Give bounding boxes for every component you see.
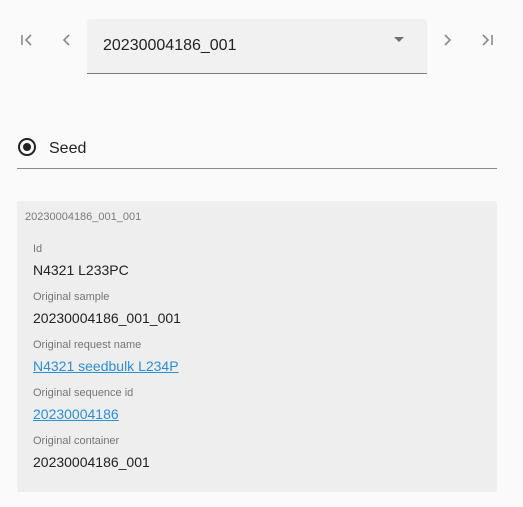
- arrow-drop-down-icon: [394, 37, 404, 42]
- sequence-id-link[interactable]: 20230004186: [33, 406, 119, 422]
- seed-radio-option[interactable]: Seed: [17, 131, 497, 169]
- first-page-icon: [18, 31, 36, 49]
- field-original-request-name: Original request name N4321 seedbulk L23…: [33, 339, 179, 376]
- last-page-button[interactable]: [473, 26, 501, 54]
- request-name-link[interactable]: N4321 seedbulk L234P: [33, 358, 179, 374]
- card-title: 20230004186_001_001: [25, 211, 142, 223]
- radio-selected-dot: [23, 143, 31, 151]
- chevron-right-icon: [438, 31, 456, 49]
- details-card: 20230004186_001_001 Id N4321 L233PC Orig…: [17, 201, 497, 492]
- field-original-sample: Original sample 20230004186_001_001: [33, 291, 181, 326]
- field-label: Original sample: [33, 291, 110, 303]
- field-id: Id N4321 L233PC: [33, 243, 129, 278]
- field-value: 20230004186_001_001: [33, 310, 181, 326]
- field-original-sequence-id: Original sequence id 20230004186: [33, 387, 133, 424]
- sample-select[interactable]: 20230004186_001: [87, 19, 427, 74]
- previous-page-button[interactable]: [53, 26, 81, 54]
- field-label: Original sequence id: [33, 387, 134, 399]
- next-page-button[interactable]: [433, 26, 461, 54]
- field-label: Id: [33, 243, 43, 255]
- field-value: N4321 L233PC: [33, 262, 129, 278]
- first-page-button[interactable]: [13, 26, 41, 54]
- field-label: Original container: [33, 435, 120, 447]
- chevron-left-icon: [58, 31, 76, 49]
- field-original-container: Original container 20230004186_001: [33, 435, 150, 470]
- field-label: Original request name: [33, 339, 142, 351]
- radio-button[interactable]: [18, 138, 36, 156]
- radio-label: Seed: [49, 140, 87, 157]
- sample-select-value: 20230004186_001: [103, 37, 237, 54]
- field-value: 20230004186_001: [33, 454, 150, 470]
- last-page-icon: [478, 31, 496, 49]
